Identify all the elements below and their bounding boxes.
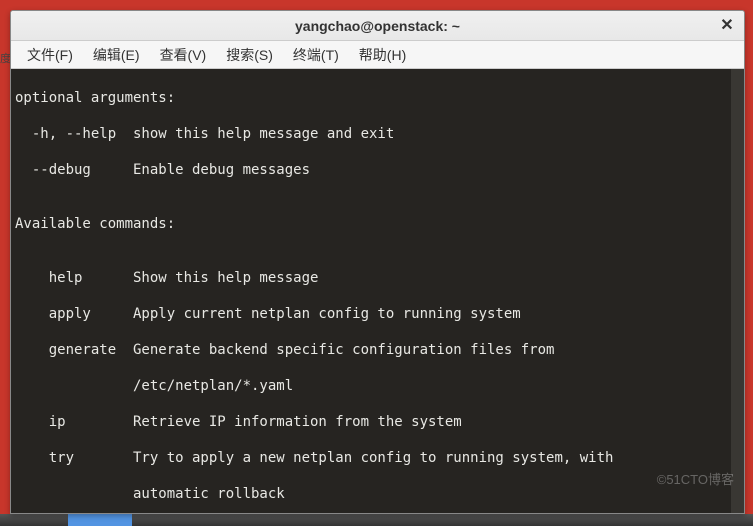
menu-search[interactable]: 搜索(S): [218, 42, 281, 68]
output-line: Available commands:: [15, 215, 740, 233]
scrollbar[interactable]: [731, 69, 744, 513]
terminal-output[interactable]: optional arguments: -h, --help show this…: [11, 69, 744, 513]
menu-edit[interactable]: 编辑(E): [85, 42, 148, 68]
menu-file[interactable]: 文件(F): [19, 42, 81, 68]
menu-view[interactable]: 查看(V): [152, 42, 215, 68]
output-line: help Show this help message: [15, 269, 740, 287]
output-line: optional arguments:: [15, 89, 740, 107]
output-line: apply Apply current netplan config to ru…: [15, 305, 740, 323]
close-icon[interactable]: ✕: [716, 15, 738, 35]
output-line: ip Retrieve IP information from the syst…: [15, 413, 740, 431]
menubar: 文件(F) 编辑(E) 查看(V) 搜索(S) 终端(T) 帮助(H): [11, 41, 744, 69]
output-line: --debug Enable debug messages: [15, 161, 740, 179]
output-line: -h, --help show this help message and ex…: [15, 125, 740, 143]
terminal-window: yangchao@openstack: ~ ✕ 文件(F) 编辑(E) 查看(V…: [10, 10, 745, 514]
menu-help[interactable]: 帮助(H): [351, 42, 414, 68]
output-line: /etc/netplan/*.yaml: [15, 377, 740, 395]
output-line: automatic rollback: [15, 485, 740, 503]
background-fragment: 度: [0, 50, 10, 66]
titlebar[interactable]: yangchao@openstack: ~ ✕: [11, 11, 744, 41]
window-title: yangchao@openstack: ~: [295, 18, 460, 34]
taskbar-active-fragment: [68, 514, 132, 526]
output-line: try Try to apply a new netplan config to…: [15, 449, 740, 467]
menu-terminal[interactable]: 终端(T): [285, 42, 347, 68]
watermark: ©51CTO博客: [657, 471, 734, 489]
output-line: generate Generate backend specific confi…: [15, 341, 740, 359]
